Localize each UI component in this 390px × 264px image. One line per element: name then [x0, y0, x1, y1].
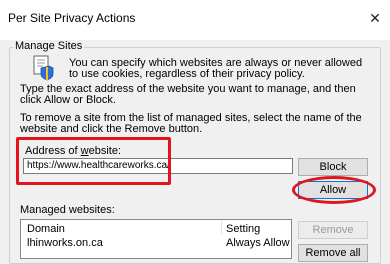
column-header-domain[interactable]: Domain: [27, 223, 65, 235]
title-bar: Per Site Privacy Actions ✕: [0, 0, 390, 40]
instruction-add: Type the exact address of the website yo…: [20, 83, 356, 106]
close-icon[interactable]: ✕: [362, 5, 388, 31]
manage-sites-description: You can specify which websites are alway…: [69, 57, 363, 80]
column-divider: [221, 220, 222, 234]
remove-all-button[interactable]: Remove all: [298, 244, 368, 262]
table-row-setting[interactable]: Always Allow: [226, 237, 290, 249]
window-title: Per Site Privacy Actions: [8, 11, 136, 25]
annotation-highlight-ellipse: [292, 176, 376, 204]
column-header-setting[interactable]: Setting: [226, 223, 260, 235]
instruction-remove: To remove a site from the list of manage…: [20, 112, 362, 135]
managed-websites-label: Managed websites:: [20, 204, 115, 216]
managed-websites-list[interactable]: Domain Setting lhinworks.on.ca Always Al…: [20, 219, 292, 259]
shield-document-icon: [33, 55, 54, 81]
remove-button[interactable]: Remove: [298, 221, 368, 239]
table-row-domain[interactable]: lhinworks.on.ca: [27, 237, 103, 249]
block-button[interactable]: Block: [298, 158, 368, 176]
manage-sites-legend: Manage Sites: [13, 40, 85, 52]
annotation-highlight-box: [16, 137, 171, 185]
